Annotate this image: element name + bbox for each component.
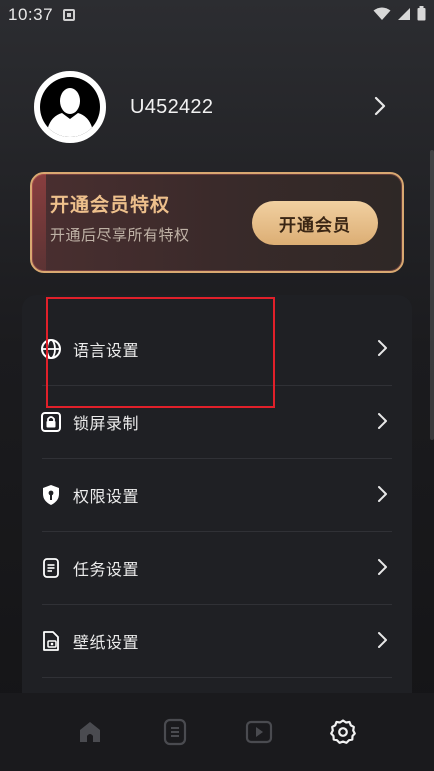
vip-promo-card[interactable]: 开通会员特权 开通后尽享所有特权 开通会员 xyxy=(30,172,404,273)
user-silhouette-icon xyxy=(40,77,100,137)
avatar[interactable] xyxy=(34,71,106,143)
signal-icon xyxy=(398,7,410,20)
lock-screen-icon xyxy=(41,412,61,432)
task-list-icon xyxy=(43,558,59,578)
status-time: 10:37 xyxy=(8,5,54,24)
shield-key-icon xyxy=(43,485,59,505)
menu-item-label: 权限设置 xyxy=(73,487,140,506)
status-bar: 10:37 xyxy=(0,0,434,30)
nav-video[interactable] xyxy=(244,717,274,747)
nav-home[interactable] xyxy=(75,717,105,747)
gear-icon xyxy=(330,719,356,744)
menu-item-permissions[interactable]: 权限设置 xyxy=(22,459,412,532)
bottom-nav xyxy=(0,693,434,771)
chevron-right-icon xyxy=(378,559,387,575)
annotation-highlight-box xyxy=(46,297,275,408)
chevron-right-icon[interactable] xyxy=(374,96,386,116)
menu-item-label: 壁纸设置 xyxy=(73,633,140,652)
notification-icon xyxy=(63,9,76,21)
wifi-icon xyxy=(373,7,391,20)
nav-settings[interactable] xyxy=(328,717,358,747)
profile-row[interactable]: U452422 xyxy=(34,70,400,144)
menu-item-label: 锁屏录制 xyxy=(73,414,140,433)
menu-item-tasks[interactable]: 任务设置 xyxy=(22,532,412,605)
home-icon xyxy=(80,722,100,742)
menu-item-wallpaper[interactable]: 壁纸设置 xyxy=(22,605,412,678)
open-vip-button[interactable]: 开通会员 xyxy=(252,201,378,245)
divider xyxy=(42,677,392,678)
scrollbar[interactable] xyxy=(430,150,434,440)
chevron-right-icon xyxy=(378,486,387,502)
status-icons xyxy=(373,6,426,21)
vip-subtitle: 开通后尽享所有特权 xyxy=(50,226,190,244)
menu-item-label: 任务设置 xyxy=(73,560,140,579)
chevron-right-icon xyxy=(378,632,387,648)
chevron-right-icon xyxy=(378,413,387,429)
battery-icon xyxy=(417,6,426,21)
wallpaper-icon xyxy=(43,631,59,651)
username: U452422 xyxy=(130,95,214,118)
list-icon xyxy=(163,718,187,746)
chevron-right-icon xyxy=(378,340,387,356)
video-icon xyxy=(245,720,273,744)
nav-list[interactable] xyxy=(160,717,190,747)
vip-title: 开通会员特权 xyxy=(50,194,171,216)
